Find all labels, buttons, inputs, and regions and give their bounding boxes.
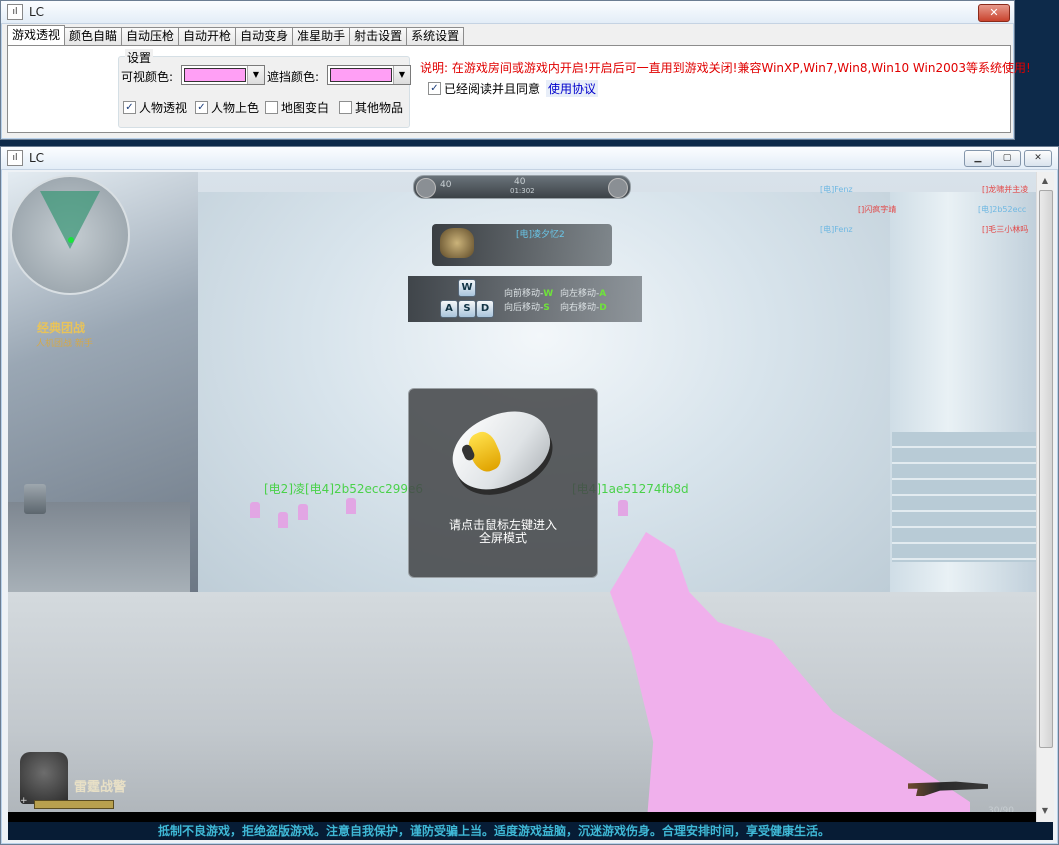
vertical-scrollbar[interactable]: ▲ ▼ [1036,172,1054,822]
key-a: A [440,300,458,318]
main-titlebar[interactable]: ıl LC ✕ [1,1,1014,24]
killfeed-left-3: [电]Fenz [820,225,853,234]
checkbox-box[interactable]: ✓ [428,82,441,95]
tab-panel: 设置 可视颜色: ▼ 遮挡颜色: ▼ ✓ 人物透视 ✓ 人物上色 地图变白 其他物品… [7,45,1031,133]
close-button[interactable]: ✕ [1024,150,1052,167]
game-titlebar[interactable]: ıl LC ▁ ▢ ✕ [1,147,1058,170]
checkbox-map-white[interactable]: 地图变白 [265,99,329,116]
esp-enemy-figure [250,502,260,518]
tab-bar: 游戏透视 颜色自瞄 自动压枪 自动开枪 自动变身 准星助手 射击设置 系统设置 [7,25,465,45]
key-w: W [458,279,476,297]
chevron-down-icon[interactable]: ▼ [393,66,410,84]
mouse-icon [441,397,561,503]
tab-game-esp[interactable]: 游戏透视 [7,25,66,45]
scroll-down-icon[interactable]: ▼ [1039,804,1051,818]
soldier-name: 雷霆战警 [74,780,127,795]
visible-color-select[interactable]: ▼ [181,65,265,85]
hint-right: 向右移动-D [560,303,607,313]
esp-enemy-figure [278,512,288,528]
agree-label: 已经阅读并且同意 [444,82,541,96]
checkbox-other-items[interactable]: 其他物品 [339,99,403,116]
player-banner: [电]凌夕忆2 [432,224,612,266]
bottom-strip [8,812,1036,822]
game-viewport[interactable]: 经典团战 人机团战 新手 40 40 01:302 [电]凌夕忆2 W A S … [8,172,1036,822]
hint-left: 向左移动-A [560,289,607,299]
checkbox-box[interactable]: ✓ [123,101,136,114]
occlusion-color-label: 遮挡颜色: [267,70,320,84]
team-emblem-icon [608,178,628,198]
agree-checkbox[interactable]: ✓ 已经阅读并且同意 使用协议 [428,80,599,97]
fullscreen-prompt[interactable]: 请点击鼠标左键进入 全屏模式 [408,388,598,578]
window-title: LC [29,5,45,19]
checkbox-box[interactable] [265,101,278,114]
group-title: 设置 [125,49,154,66]
skull-icon [440,228,474,258]
round-time: 01:302 [510,187,535,195]
hp-bar [34,800,114,809]
killfeed-right-1: []龙啸并主凌 [982,185,1029,194]
game-window-title: LC [29,151,45,165]
key-s: S [458,300,476,318]
app-icon: ıl [7,4,23,20]
esp-enemy-figure [346,498,356,514]
key-d: D [476,300,494,318]
hint-forward: 向前移动-W [504,289,554,299]
tab-recoil[interactable]: 自动压枪 [121,27,180,45]
occlusion-color-select[interactable]: ▼ [327,65,411,85]
tab-auto-transform[interactable]: 自动变身 [235,27,294,45]
score-left: 40 [440,180,452,190]
checkbox-player-color[interactable]: ✓ 人物上色 [195,99,259,116]
tab-color-aim[interactable]: 颜色自瞄 [64,27,123,45]
usage-note: 说明: 在游戏房间或游戏内开启!开启后可一直用到游戏关闭!兼容WinXP,Win… [420,61,1031,75]
agreement-link[interactable]: 使用协议 [546,80,599,97]
occlusion-color-swatch [330,68,392,82]
esp-enemy-figure [618,500,628,516]
main-window: ıl LC ✕ 游戏透视 颜色自瞄 自动压枪 自动开枪 自动变身 准星助手 射击… [0,0,1031,140]
banner-player-name: [电]凌夕忆2 [516,230,565,240]
movement-hint: W A S D 向前移动-W 向左移动-A 向后移动-S 向右移动-D [408,276,642,322]
killfeed-left-2: []闪疯字靖 [858,205,897,214]
scroll-up-icon[interactable]: ▲ [1039,174,1051,188]
player-marker [68,237,74,243]
visible-color-swatch [184,68,246,82]
tab-system[interactable]: 系统设置 [406,27,465,45]
health-marquee: 抵制不良游戏，拒绝盗版游戏。注意自我保护，谨防受骗上当。适度游戏益脑，沉迷游戏伤… [158,824,831,838]
backpack-icon [24,484,46,514]
maximize-button[interactable]: ▢ [993,150,1021,167]
visible-color-label: 可视颜色: [121,70,174,84]
close-button[interactable]: ✕ [978,4,1010,22]
score-mid: 40 [514,177,526,187]
road [8,502,190,592]
checkbox-box[interactable] [339,101,352,114]
hint-back: 向后移动-S [504,303,550,313]
app-icon: ıl [7,150,23,166]
hp-label: + [20,796,28,806]
team-emblem-icon [416,178,436,198]
enemy-tag-left: [电2]凌[电4]2b52ecc299e6 [264,482,424,496]
mode-title: 经典团战 [37,321,86,335]
esp-enemy-figure [298,504,308,520]
ice-bricks [892,432,1036,562]
mode-subtitle: 人机团战 新手 [36,339,93,349]
scoreboard: 40 40 01:302 [413,175,631,199]
killfeed-right-2: [电]2b52ecc [978,205,1027,214]
chevron-down-icon[interactable]: ▼ [247,66,264,84]
killfeed-left-1: [电]Fenz [820,185,853,194]
tab-crosshair[interactable]: 准星助手 [292,27,351,45]
tab-auto-fire[interactable]: 自动开枪 [178,27,237,45]
fullscreen-prompt-text: 请点击鼠标左键进入 全屏模式 [448,518,557,545]
killfeed-right-3: []毛三小林吗 [982,225,1029,234]
minimize-button[interactable]: ▁ [964,150,992,167]
checkbox-box[interactable]: ✓ [195,101,208,114]
minimap [10,175,130,295]
tab-shooting[interactable]: 射击设置 [349,27,408,45]
checkbox-player-esp[interactable]: ✓ 人物透视 [123,99,187,116]
settings-group: 设置 可视颜色: ▼ 遮挡颜色: ▼ ✓ 人物透视 ✓ 人物上色 地图变白 其他物品 [118,49,411,128]
scroll-thumb[interactable] [1039,190,1053,748]
